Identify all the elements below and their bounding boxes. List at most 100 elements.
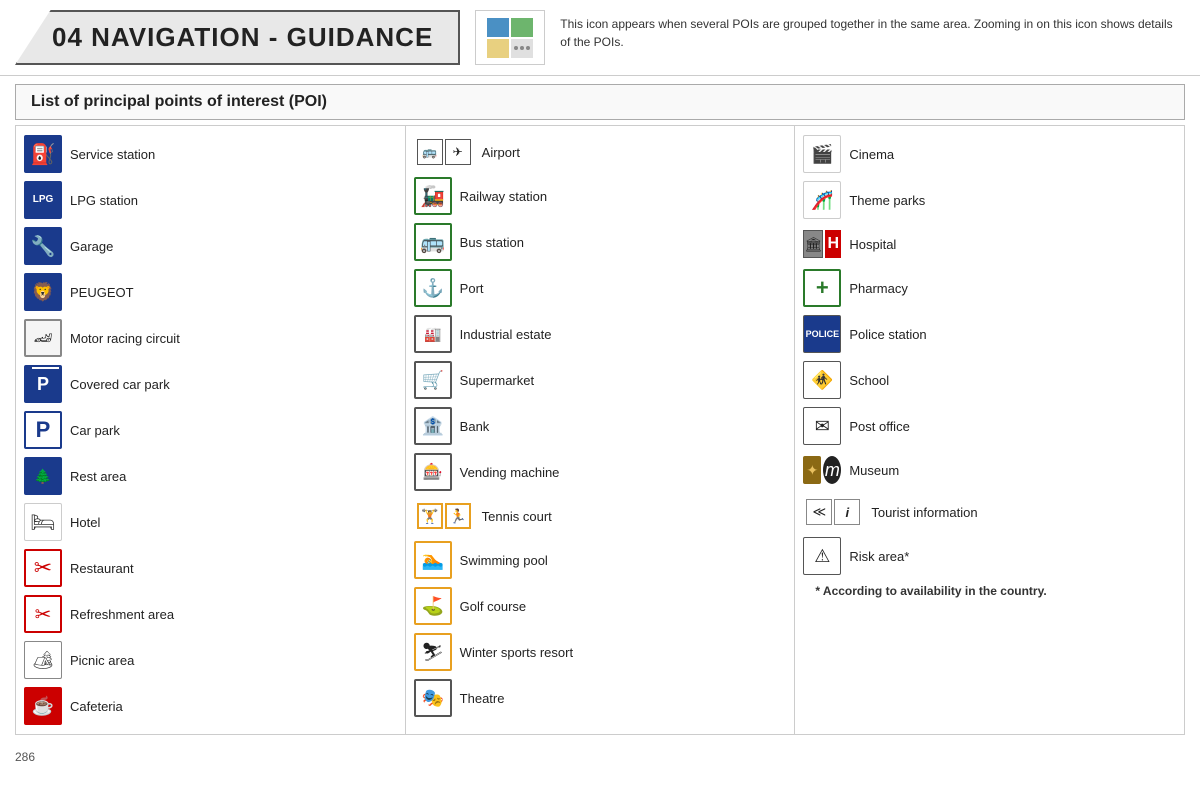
vending-machine-label: Vending machine [460,465,560,480]
list-item: 🏛 H Hospital [795,223,1184,265]
list-item: ⛷ Winter sports resort [406,629,795,675]
list-item: 🦁 PEUGEOT [16,269,405,315]
section-header-box: List of principal points of interest (PO… [15,84,1185,120]
list-item: 🚌 ✈ Airport [406,131,795,173]
list-item: 🏦 Bank [406,403,795,449]
list-item: ✉ Post office [795,403,1184,449]
poi-column-right: 🎬 Cinema 🎢 Theme parks 🏛 H Hospital + Ph… [795,126,1184,734]
airport-icon: 🚌 ✈ [414,139,474,165]
picnic-area-icon: 🏕 [24,641,62,679]
garage-icon: 🔧 [24,227,62,265]
covered-car-park-label: Covered car park [70,377,170,392]
section-header-wrapper: List of principal points of interest (PO… [0,76,1200,125]
risk-area-icon: ⚠ [803,537,841,575]
poi-group-icon [475,10,545,65]
list-item: ✂ Restaurant [16,545,405,591]
motor-racing-icon: 🏎 [24,319,62,357]
hotel-label: Hotel [70,515,100,530]
vending-machine-icon: 🎰 [414,453,452,491]
list-item: ≪ i Tourist information [795,491,1184,533]
list-item: 🚌 Bus station [406,219,795,265]
supermarket-label: Supermarket [460,373,534,388]
section-title: List of principal points of interest (PO… [31,93,1169,111]
pharmacy-label: Pharmacy [849,281,908,296]
poi-column-middle: 🚌 ✈ Airport 🚂 Railway station 🚌 Bus stat… [406,126,796,734]
list-item: 🔧 Garage [16,223,405,269]
hospital-icon: 🏛 H [803,230,841,258]
bank-icon: 🏦 [414,407,452,445]
industrial-estate-icon: 🏭 [414,315,452,353]
rest-area-icon: 🌲 [24,457,62,495]
car-park-icon: P [24,411,62,449]
rest-area-label: Rest area [70,469,126,484]
list-item: 🎬 Cinema [795,131,1184,177]
list-item: P Car park [16,407,405,453]
header-description: This icon appears when several POIs are … [560,10,1185,65]
list-item: ⛳ Golf course [406,583,795,629]
covered-car-park-icon: P [24,365,62,403]
poi-column-left: ⛽ Service station LPG LPG station 🔧 Gara… [16,126,406,734]
theme-parks-icon: 🎢 [803,181,841,219]
footnote: * According to availability in the count… [795,579,1184,603]
restaurant-label: Restaurant [70,561,134,576]
restaurant-icon: ✂ [24,549,62,587]
port-label: Port [460,281,484,296]
police-station-icon: POLICE [803,315,841,353]
garage-label: Garage [70,239,113,254]
list-item: 🏎 Motor racing circuit [16,315,405,361]
service-station-icon: ⛽ [24,135,62,173]
police-station-label: Police station [849,327,926,342]
golf-course-icon: ⛳ [414,587,452,625]
post-office-icon: ✉ [803,407,841,445]
motor-racing-label: Motor racing circuit [70,331,180,346]
school-label: School [849,373,889,388]
museum-icon: ✦ m [803,456,841,484]
list-item: 🛒 Supermarket [406,357,795,403]
picnic-area-label: Picnic area [70,653,134,668]
cinema-label: Cinema [849,147,894,162]
refreshment-area-label: Refreshment area [70,607,174,622]
list-item: ☕ Cafeteria [16,683,405,729]
tourist-information-label: Tourist information [871,505,977,520]
poi-cell-green [511,18,533,37]
list-item: ✦ m Museum [795,449,1184,491]
list-item: 🎰 Vending machine [406,449,795,495]
winter-sports-label: Winter sports resort [460,645,573,660]
winter-sports-icon: ⛷ [414,633,452,671]
list-item: 🏋 🏃 Tennis court [406,495,795,537]
list-item: + Pharmacy [795,265,1184,311]
poi-cell-dots [511,39,533,58]
page-header: 04 NAVIGATION - GUIDANCE This icon appea… [0,0,1200,76]
tennis-court-label: Tennis court [482,509,552,524]
tennis-court-icon: 🏋 🏃 [414,503,474,529]
list-item: 🚂 Railway station [406,173,795,219]
peugeot-label: PEUGEOT [70,285,134,300]
bus-station-label: Bus station [460,235,524,250]
poi-cell-yellow [487,39,509,58]
railway-station-icon: 🚂 [414,177,452,215]
golf-course-label: Golf course [460,599,526,614]
bank-label: Bank [460,419,490,434]
theatre-label: Theatre [460,691,505,706]
theme-parks-label: Theme parks [849,193,925,208]
risk-area-label: Risk area* [849,549,909,564]
cafeteria-icon: ☕ [24,687,62,725]
museum-label: Museum [849,463,899,478]
list-item: ⚓ Port [406,265,795,311]
list-item: 🚸 School [795,357,1184,403]
chapter-title-box: 04 NAVIGATION - GUIDANCE [15,10,460,65]
chapter-title: 04 NAVIGATION - GUIDANCE [52,22,433,53]
port-icon: ⚓ [414,269,452,307]
lpg-station-label: LPG station [70,193,138,208]
service-station-label: Service station [70,147,155,162]
list-item: P Covered car park [16,361,405,407]
refreshment-area-icon: ✂ [24,595,62,633]
list-item: POLICE Police station [795,311,1184,357]
hospital-label: Hospital [849,237,896,252]
list-item: 🛏 Hotel [16,499,405,545]
car-park-label: Car park [70,423,120,438]
industrial-estate-label: Industrial estate [460,327,552,342]
list-item: ✂ Refreshment area [16,591,405,637]
school-icon: 🚸 [803,361,841,399]
bus-station-icon: 🚌 [414,223,452,261]
